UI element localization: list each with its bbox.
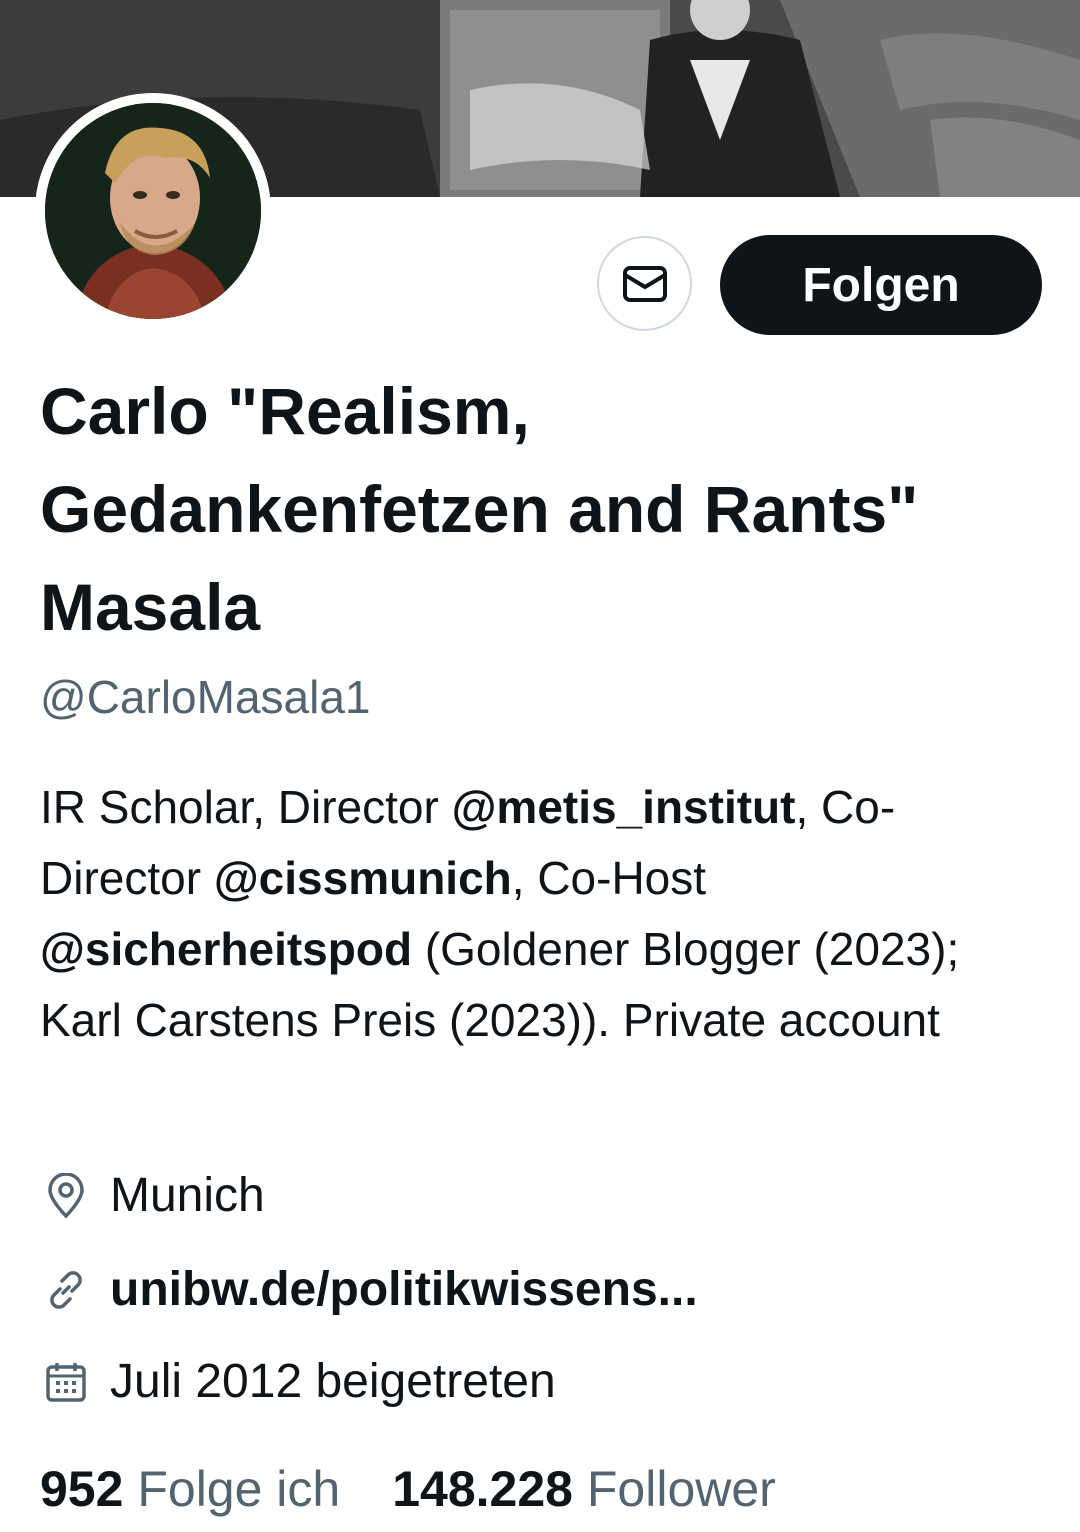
message-button[interactable] — [597, 236, 692, 331]
mention-link[interactable]: @sicherheitspod — [40, 923, 412, 975]
joined-text: Juli 2012 beigetreten — [110, 1355, 556, 1408]
followers-stat[interactable]: 148.228 Follower — [392, 1460, 776, 1518]
website-link[interactable]: unibw.de/politikwissens... — [110, 1262, 698, 1317]
bio-text: , Co-Host — [511, 852, 707, 904]
envelope-icon — [622, 265, 667, 302]
location-text: Munich — [110, 1169, 265, 1222]
bio-text: IR Scholar, Director — [40, 781, 452, 833]
avatar[interactable] — [35, 93, 271, 329]
profile-handle: @CarloMasala1 — [40, 671, 371, 723]
calendar-icon — [40, 1356, 92, 1408]
profile-joined: Juli 2012 beigetreten — [40, 1354, 556, 1409]
profile-website: unibw.de/politikwissens... — [40, 1262, 698, 1317]
mention-link[interactable]: @metis_institut — [452, 781, 796, 833]
followers-label: Follower — [586, 1461, 776, 1517]
profile-name: Carlo "Realism, Gedankenfetzen and Rants… — [40, 374, 919, 644]
profile-location: Munich — [40, 1168, 265, 1223]
follow-button[interactable]: Folgen — [720, 235, 1042, 335]
followers-count: 148.228 — [392, 1461, 573, 1517]
mention-link[interactable]: @cissmunich — [214, 852, 512, 904]
location-pin-icon — [40, 1170, 92, 1222]
profile-stats: 952 Folge ich 148.228 Follower — [40, 1460, 776, 1518]
avatar-image — [45, 103, 261, 319]
following-label: Folge ich — [137, 1461, 341, 1517]
following-stat[interactable]: 952 Folge ich — [40, 1460, 340, 1518]
link-icon — [40, 1264, 92, 1316]
profile-bio: IR Scholar, Director @metis_institut , Co… — [40, 772, 1040, 1056]
following-count: 952 — [40, 1461, 124, 1517]
